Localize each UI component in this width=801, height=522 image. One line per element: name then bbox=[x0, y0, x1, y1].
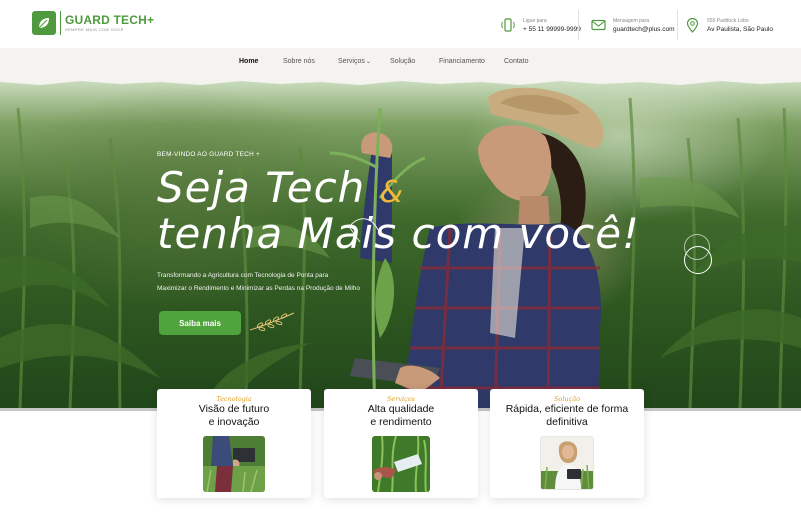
hero-title-line-1: Seja Tech & bbox=[157, 166, 404, 215]
card-title-line-1: Visão de futuro bbox=[198, 403, 270, 415]
hero-banner: BEM-VINDO AO GUARD TECH + Seja Tech & te… bbox=[0, 78, 801, 411]
card-image-farmer-tablet bbox=[203, 436, 265, 492]
contact-email-label: Mensagem para bbox=[613, 17, 650, 24]
contact-phone-value: + 55 11 99999-9999 bbox=[523, 25, 581, 33]
hero-title-ampersand: & bbox=[379, 175, 405, 210]
brand-tagline: SEMPRE MAIS COM VOCÊ bbox=[65, 26, 124, 32]
nav-item-financiamento[interactable]: Financiamento bbox=[439, 58, 485, 65]
header-divider bbox=[677, 10, 678, 40]
saiba-mais-button[interactable]: Saiba mais bbox=[159, 311, 241, 335]
feature-card-servicos[interactable]: Serviços Alta qualidade e rendimento bbox=[324, 389, 478, 498]
header-divider bbox=[578, 10, 579, 40]
card-title-line-2: e rendimento bbox=[370, 416, 432, 428]
nav-item-servicos-label: Serviços bbox=[338, 58, 365, 65]
card-tag: Solução bbox=[553, 395, 581, 403]
hero-eyebrow: BEM-VINDO AO GUARD TECH + bbox=[157, 151, 260, 158]
card-tag: Tecnologia bbox=[216, 395, 252, 403]
contact-address-label: 555 Paddock Lobo bbox=[707, 17, 749, 24]
hero-title-line-2: tenha Mais com você! bbox=[157, 209, 640, 258]
card-title-line-2: e inovação bbox=[208, 416, 260, 428]
logo-divider bbox=[60, 11, 61, 35]
contact-address[interactable]: 555 Paddock Lobo Av Paulista, São Paulo bbox=[684, 10, 773, 40]
nav-item-servicos[interactable]: Serviços⌄ bbox=[338, 58, 371, 65]
card-title-line-1: Rápida, eficiente de forma bbox=[505, 403, 629, 415]
feature-card-solucao[interactable]: Solução Rápida, eficiente de forma defin… bbox=[490, 389, 644, 498]
slider-dot-active[interactable] bbox=[684, 246, 712, 274]
mail-icon bbox=[590, 17, 606, 33]
nav-item-contato[interactable]: Contato bbox=[504, 58, 529, 65]
contact-phone[interactable]: Ligue para + 55 11 99999-9999 bbox=[500, 10, 581, 40]
contact-email[interactable]: Mensagem para guardtech@plus.com bbox=[590, 10, 675, 40]
nav-item-solucao[interactable]: Solução bbox=[390, 58, 415, 65]
card-title-line-1: Alta qualidade bbox=[367, 403, 435, 415]
contact-email-value: guardtech@plus.com bbox=[613, 25, 675, 33]
card-image-woman-tablet bbox=[540, 436, 594, 490]
nav-item-home[interactable]: Home bbox=[239, 58, 258, 65]
nav-item-sobre-nos[interactable]: Sobre nós bbox=[283, 58, 315, 65]
card-tag: Serviços bbox=[386, 395, 416, 403]
brand-name: GUARD TECH+ bbox=[65, 12, 155, 27]
contact-address-value: Av Paulista, São Paulo bbox=[707, 25, 774, 33]
hero-title-line-1-text: Seja Tech bbox=[157, 163, 366, 212]
chevron-down-icon: ⌄ bbox=[365, 59, 371, 65]
leaf-icon bbox=[32, 11, 56, 35]
main-navigation: Home Sobre nós Serviços⌄ Solução Financi… bbox=[0, 48, 801, 78]
location-pin-icon bbox=[684, 17, 700, 33]
feature-card-tecnologia[interactable]: Tecnologia Visão de futuro e inovação bbox=[157, 389, 311, 498]
contact-phone-label: Ligue para bbox=[523, 17, 547, 24]
phone-icon bbox=[500, 17, 516, 33]
torn-paper-edge bbox=[0, 78, 801, 85]
site-header: GUARD TECH+ SEMPRE MAIS COM VOCÊ Ligue p… bbox=[0, 0, 801, 48]
hero-subtitle-line-1: Transformando a Agricultura com Tecnolog… bbox=[157, 272, 329, 279]
wheat-sprig-icon bbox=[248, 310, 296, 339]
card-image-scanning-crops bbox=[372, 436, 430, 492]
brand-logo[interactable]: GUARD TECH+ SEMPRE MAIS COM VOCÊ bbox=[32, 11, 154, 35]
hero-subtitle-line-2: Maximizar o Rendimento e Minimizar as Pe… bbox=[157, 285, 361, 292]
card-title-line-2: definitiva bbox=[546, 416, 588, 428]
